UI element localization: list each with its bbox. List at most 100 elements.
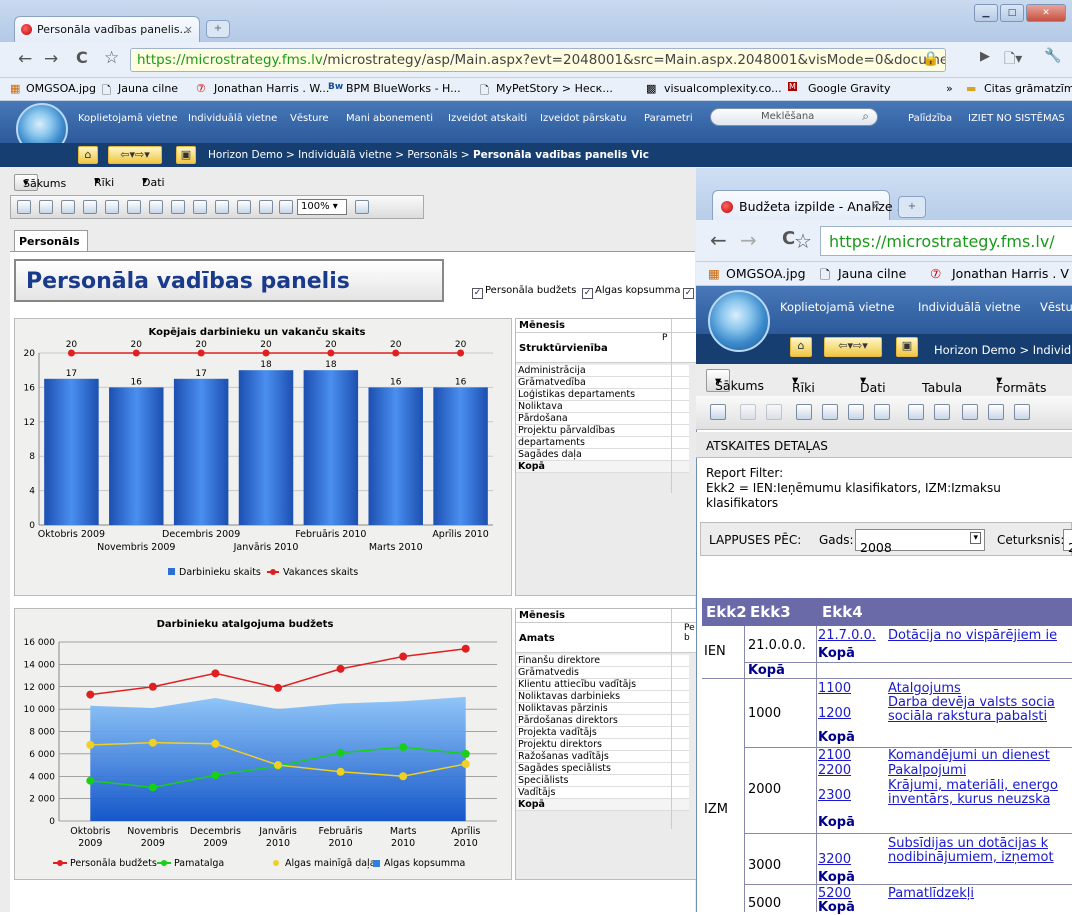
link-2100-name[interactable]: Komandējumi un dienest (888, 748, 1050, 763)
history-arrows-icon[interactable]: ⇦▾⇨▾ (108, 146, 162, 164)
back-arrow-icon[interactable]: ← (18, 49, 32, 69)
win2-menu-format[interactable]: Formāts ▾ (996, 372, 1047, 395)
page-icon[interactable] (105, 200, 119, 214)
win2-address-bar[interactable]: https://microstrategy.fms.lv/ (820, 226, 1072, 256)
home-icon[interactable]: ⌂ (790, 337, 812, 357)
quarter-select[interactable]: 2 (1063, 529, 1072, 555)
close-tab-icon[interactable]: × (184, 23, 193, 36)
page-tab-personnel[interactable]: Personāls (14, 230, 88, 251)
link-2300[interactable]: 2300 (818, 788, 851, 803)
bookmark-star-icon[interactable]: ☆ (104, 48, 119, 68)
page-icon[interactable] (171, 200, 185, 214)
menu-tools[interactable]: Rīki ▾ (94, 174, 114, 189)
page-menu-icon[interactable]: 🗋▾ (1004, 48, 1022, 72)
win2-menu-history[interactable]: Vēstu (1040, 300, 1072, 314)
new-tab-button[interactable]: + (206, 20, 230, 38)
link-1200-name-2[interactable]: sociāla rakstura pabalsti (888, 709, 1047, 724)
menu-data[interactable]: Dati ▾ (142, 174, 165, 189)
bookmark-item[interactable]: visualcomplexity.co... (664, 82, 782, 95)
link-2100[interactable]: 2100 (818, 748, 851, 763)
search-icon[interactable]: ⌕ (862, 109, 869, 124)
play-icon[interactable]: ▶ (980, 49, 990, 64)
export-icon[interactable] (193, 200, 207, 214)
chevron-down-icon[interactable]: ▾ (970, 532, 981, 544)
bookmark-item[interactable]: Citas grāmatzīmes (984, 82, 1072, 95)
col-ekk3[interactable]: Ekk3 (746, 598, 795, 626)
win2-menu-individual[interactable]: Individuālā vietne (918, 300, 1021, 314)
page-icon[interactable] (127, 200, 141, 214)
history-arrows-icon[interactable]: ⇦▾⇨▾ (824, 337, 882, 357)
col-ekk2[interactable]: Ekk2 (702, 598, 751, 626)
design-icon[interactable] (61, 200, 75, 214)
print-icon[interactable] (215, 200, 229, 214)
undo-icon[interactable] (740, 404, 756, 420)
print-icon[interactable] (934, 404, 950, 420)
menu-create-report[interactable]: Izveidot atskaiti (448, 113, 527, 124)
forward-arrow-icon[interactable]: → (740, 228, 757, 252)
close-tab-icon[interactable]: × (871, 198, 881, 213)
save-icon[interactable] (17, 200, 31, 214)
email-icon[interactable] (988, 404, 1004, 420)
bookmark-star-icon[interactable]: ☆ (794, 229, 812, 253)
link-1200-name[interactable]: Darba devēja valsts socia (888, 695, 1055, 710)
win2-menu-shared[interactable]: Koplietojamā vietne (780, 300, 894, 314)
bookmark-item[interactable]: BPM BlueWorks - H... (346, 82, 461, 95)
search-input[interactable]: Meklēšana ⌕ (710, 108, 878, 126)
bookmark-item[interactable]: Jauna cilne (838, 266, 906, 281)
save-icon[interactable] (710, 404, 726, 420)
folder-up-icon[interactable]: ▣ (176, 146, 196, 164)
tool-icon[interactable] (1014, 404, 1030, 420)
logout-link[interactable]: IZIET NO SISTĒMAS (968, 113, 1065, 124)
menu-create-document[interactable]: Izveidot pārskatu (540, 113, 626, 124)
new-tab-button[interactable]: + (898, 196, 926, 218)
wrench-icon[interactable]: 🔧 (1044, 48, 1061, 64)
export-icon[interactable] (908, 404, 924, 420)
link-1100-name[interactable]: Atalgojums (888, 681, 961, 696)
browser-tab[interactable]: Personāla vadības panelis... × (14, 16, 200, 43)
email-icon[interactable] (259, 200, 273, 214)
edit-icon[interactable] (39, 200, 53, 214)
year-select[interactable]: 2008 ▾ (855, 529, 985, 555)
link-3200-name-2[interactable]: nodibinājumiem, izņemot (888, 850, 1054, 865)
page-icon[interactable] (149, 200, 163, 214)
maximize-icon[interactable]: □ (1000, 4, 1024, 22)
link-3200[interactable]: 3200 (818, 852, 851, 867)
checkbox-salary-total[interactable]: ✓ Algas kopsumma (582, 285, 681, 299)
win2-tab[interactable]: Budžeta izpilde - Analīze ... × (712, 190, 908, 220)
link-21700-name[interactable]: Dotācija no vispārējiem ie (888, 628, 1057, 643)
link-5200-name[interactable]: Pamatlīdzekļi (888, 886, 974, 901)
forward-arrow-icon[interactable]: → (44, 49, 58, 69)
checkbox-more[interactable]: ✓ (683, 285, 696, 299)
design-icon[interactable] (796, 404, 812, 420)
bookmark-item[interactable]: Jonathan Harris . W... (214, 82, 329, 95)
link-21700[interactable]: 21.7.0.0. (818, 628, 876, 643)
reload-icon[interactable]: C (76, 48, 88, 67)
address-bar[interactable]: https://microstrategy.fms.lv/microstrate… (130, 48, 946, 72)
grid-view-icon[interactable] (822, 404, 838, 420)
back-arrow-icon[interactable]: ← (710, 228, 727, 252)
win2-menu-tools[interactable]: Rīki ▾ (792, 372, 815, 395)
page-icon[interactable] (83, 200, 97, 214)
link-5200[interactable]: 5200 (818, 886, 851, 901)
minimize-icon[interactable]: ▁ (974, 4, 998, 22)
link-1100[interactable]: 1100 (818, 681, 851, 696)
win2-menu-home[interactable]: Sākums ▾ (706, 369, 764, 393)
link-2200[interactable]: 2200 (818, 763, 851, 778)
checkbox-budget[interactable]: ✓ Personāla budžets (472, 285, 576, 299)
link-2300-name[interactable]: Krājumi, materiāli, energo (888, 778, 1058, 793)
pdf-icon[interactable] (237, 200, 251, 214)
pdf-icon[interactable] (962, 404, 978, 420)
folder-up-icon[interactable]: ▣ (896, 337, 918, 357)
col-ekk4[interactable]: Ekk4 (818, 598, 867, 626)
fit-icon[interactable] (355, 200, 369, 214)
grid-chart-icon[interactable] (874, 404, 890, 420)
link-2300-name-2[interactable]: inventārs, kurus neuzska (888, 792, 1050, 807)
home-icon[interactable]: ⌂ (78, 146, 98, 164)
chart-icon[interactable] (848, 404, 864, 420)
bookmark-item[interactable]: Google Gravity (808, 82, 890, 95)
menu-preferences[interactable]: Parametri (644, 113, 693, 124)
win2-menu-data[interactable]: Dati ▾ (860, 372, 886, 395)
win2-breadcrumb[interactable]: Horizon Demo > Individ (934, 343, 1071, 357)
menu-home[interactable]: Sākums ▾ (14, 174, 66, 191)
link-1200[interactable]: 1200 (818, 706, 851, 721)
